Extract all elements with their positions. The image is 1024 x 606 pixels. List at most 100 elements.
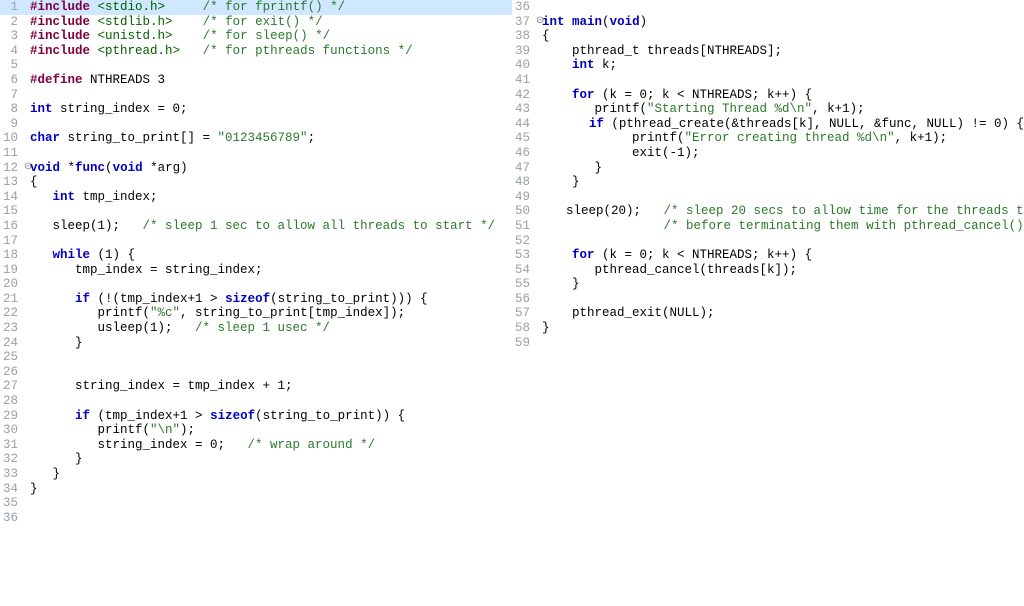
fold-gutter — [22, 102, 30, 117]
code-text — [30, 511, 512, 526]
fold-gutter — [534, 263, 542, 278]
code-line: 59 — [512, 336, 1024, 351]
line-number: 12 — [0, 161, 22, 176]
code-line: 34} — [0, 482, 512, 497]
code-text — [30, 88, 512, 103]
code-text: } — [542, 161, 1024, 176]
fold-gutter — [22, 496, 30, 511]
code-text: } — [30, 336, 512, 351]
line-number: 2 — [0, 15, 22, 30]
code-line: 16 sleep(1); /* sleep 1 sec to allow all… — [0, 219, 512, 234]
fold-gutter — [22, 452, 30, 467]
code-text: #include <stdio.h> /* for fprintf() */ — [30, 0, 512, 15]
code-text: { — [30, 175, 512, 190]
code-line: 2 #include <stdlib.h> /* for exit() */ — [0, 15, 512, 30]
line-number: 33 — [0, 467, 22, 482]
code-text: while (1) { — [30, 248, 512, 263]
code-line: 20 — [0, 277, 512, 292]
code-line: 52 — [512, 234, 1024, 249]
code-line: 30 printf("\n"); — [0, 423, 512, 438]
fold-gutter — [22, 277, 30, 292]
fold-gutter — [22, 306, 30, 321]
code-line: 36 — [0, 511, 512, 526]
line-number: 8 — [0, 102, 22, 117]
fold-gutter — [22, 379, 30, 394]
code-line: 42 for (k = 0; k < NTHREADS; k++) { — [512, 88, 1024, 103]
code-text — [30, 234, 512, 249]
code-text — [30, 146, 512, 161]
code-text — [542, 190, 1024, 205]
fold-gutter — [22, 29, 30, 44]
code-text — [30, 277, 512, 292]
code-line: 12⊝void *func(void *arg) — [0, 161, 512, 176]
line-number: 52 — [512, 234, 534, 249]
code-line: 21 if (!(tmp_index+1 > sizeof(string_to_… — [0, 292, 512, 307]
line-number: 29 — [0, 409, 22, 424]
line-number: 47 — [512, 161, 534, 176]
line-number: 6 — [0, 73, 22, 88]
code-line: 8int string_index = 0; — [0, 102, 512, 117]
fold-gutter — [22, 204, 30, 219]
fold-gutter — [22, 350, 30, 365]
fold-gutter — [534, 277, 542, 292]
code-line: 35 — [0, 496, 512, 511]
fold-gutter — [22, 423, 30, 438]
code-text — [30, 496, 512, 511]
code-text: #include <unistd.h> /* for sleep() */ — [30, 29, 512, 44]
line-number: 59 — [512, 336, 534, 351]
code-line: 9 — [0, 117, 512, 132]
fold-gutter — [22, 88, 30, 103]
line-number: 43 — [512, 102, 534, 117]
line-number: 55 — [512, 277, 534, 292]
line-number: 10 — [0, 131, 22, 146]
code-text: #define NTHREADS 3 — [30, 73, 512, 88]
fold-gutter — [22, 58, 30, 73]
line-number: 56 — [512, 292, 534, 307]
line-number: 1 — [0, 0, 22, 15]
fold-gutter — [22, 321, 30, 336]
code-text: tmp_index = string_index; — [30, 263, 512, 278]
fold-gutter — [22, 248, 30, 263]
code-line: 43 printf("Starting Thread %d\n", k+1); — [512, 102, 1024, 117]
line-number: 3 — [0, 29, 22, 44]
fold-gutter: ⊝ — [22, 161, 30, 176]
line-number: 35 — [0, 496, 22, 511]
code-line: 5 — [0, 58, 512, 73]
fold-gutter — [22, 234, 30, 249]
fold-gutter — [22, 263, 30, 278]
code-text: #include <stdlib.h> /* for exit() */ — [30, 15, 512, 30]
fold-gutter — [22, 0, 30, 15]
code-line: 44 if (pthread_create(&threads[k], NULL,… — [512, 117, 1024, 132]
fold-gutter — [534, 161, 542, 176]
code-text: /* before terminating them with pthread_… — [536, 219, 1024, 234]
line-number: 30 — [0, 423, 22, 438]
line-number: 40 — [512, 58, 534, 73]
code-line: 31 string_index = 0; /* wrap around */ — [0, 438, 512, 453]
code-line: 3 #include <unistd.h> /* for sleep() */ — [0, 29, 512, 44]
line-number: 37 — [512, 15, 534, 30]
code-text: printf("Error creating thread %d\n", k+1… — [542, 131, 1024, 146]
code-column-right: 3637⊝int main(void)38{39 pthread_t threa… — [512, 0, 1024, 606]
line-number: 25 — [0, 350, 22, 365]
code-line: 38{ — [512, 29, 1024, 44]
line-number: 31 — [0, 438, 22, 453]
code-text: printf("Starting Thread %d\n", k+1); — [542, 102, 1024, 117]
fold-gutter — [534, 190, 542, 205]
line-number: 36 — [0, 511, 22, 526]
code-line: 49 — [512, 190, 1024, 205]
code-text: #include <pthread.h> /* for pthreads fun… — [30, 44, 512, 59]
code-line: 41 — [512, 73, 1024, 88]
code-line: 47 } — [512, 161, 1024, 176]
fold-gutter — [534, 248, 542, 263]
line-number: 34 — [0, 482, 22, 497]
code-text: pthread_cancel(threads[k]); — [542, 263, 1024, 278]
fold-gutter — [534, 44, 542, 59]
code-line: 23 usleep(1); /* sleep 1 usec */ — [0, 321, 512, 336]
code-text — [30, 117, 512, 132]
code-line: 33 } — [0, 467, 512, 482]
fold-gutter — [534, 131, 542, 146]
fold-gutter — [22, 467, 30, 482]
line-number: 53 — [512, 248, 534, 263]
line-number: 17 — [0, 234, 22, 249]
line-number: 27 — [0, 379, 22, 394]
